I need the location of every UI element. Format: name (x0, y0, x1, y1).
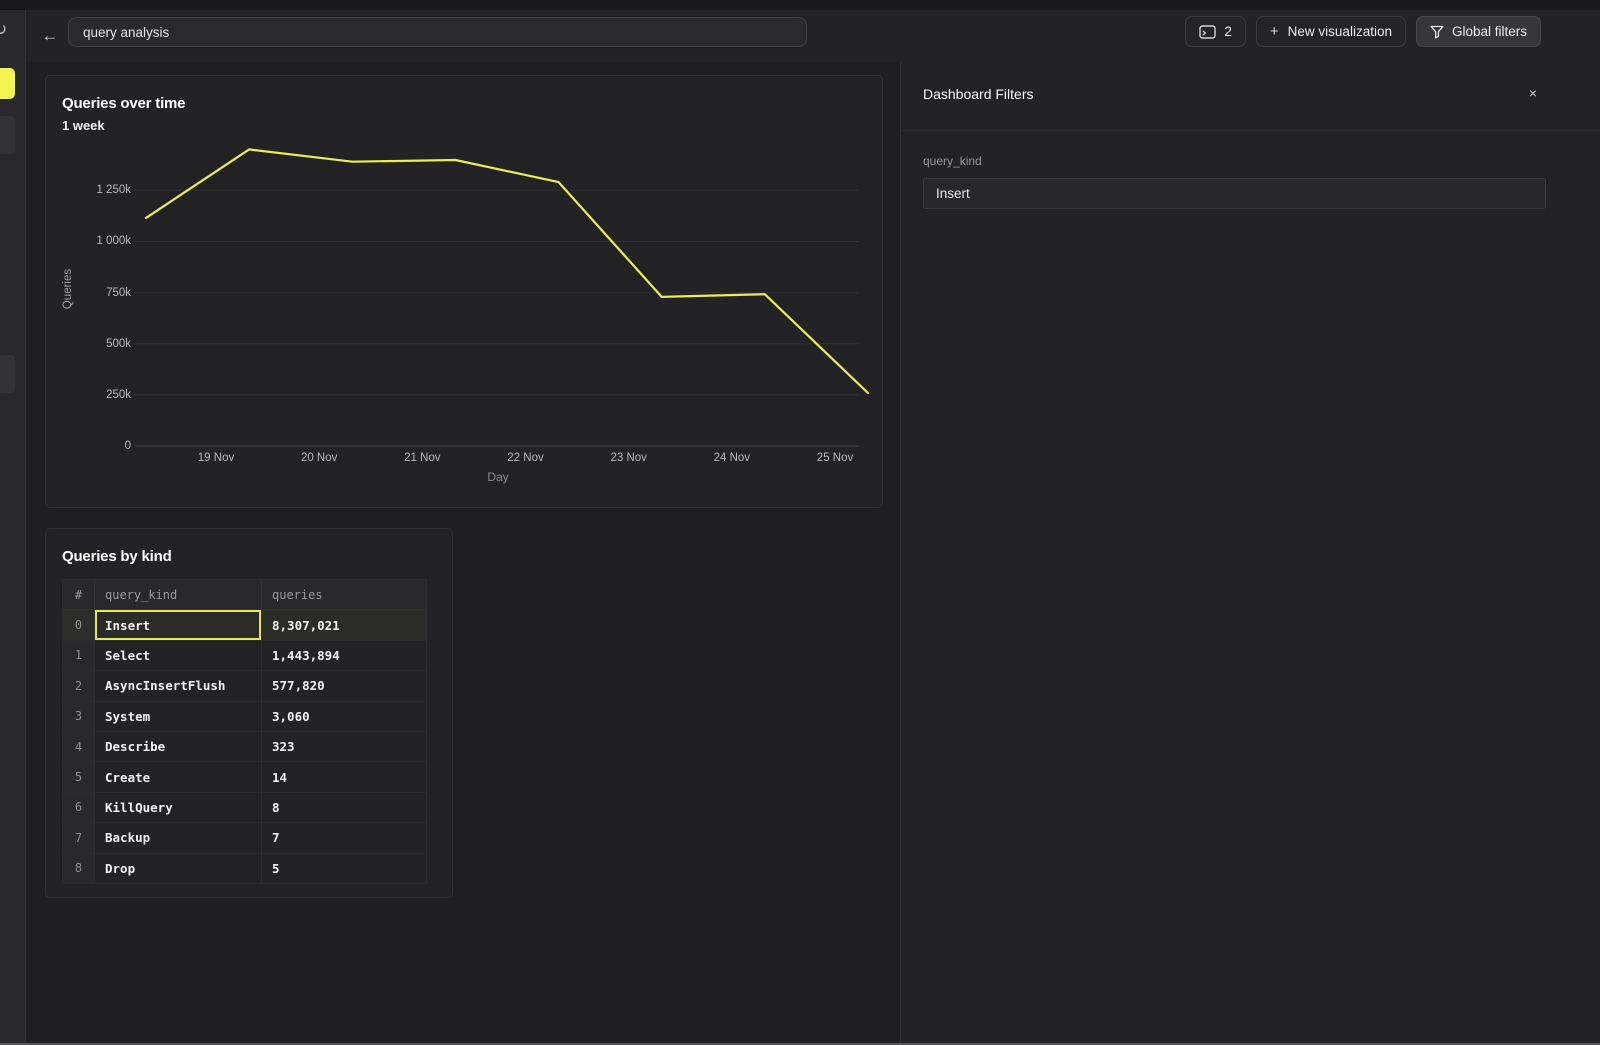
table-row: 2AsyncInsertFlush577,820 (63, 671, 427, 701)
queries-count-cell[interactable]: 8,307,021 (262, 610, 427, 640)
table-title: Queries by kind (62, 548, 172, 565)
queries-by-kind-table: # query_kind queries 0Insert8,307,0211Se… (62, 579, 427, 884)
query-kind-cell[interactable]: System (95, 701, 262, 731)
x-tick-label: 21 Nov (391, 450, 453, 466)
topbar: ← 2 + New visualization Global filters (26, 10, 1600, 62)
dashboard-title-input[interactable] (68, 17, 807, 47)
y-tick-label: 1 000k (46, 233, 131, 249)
row-index-cell: 0 (63, 610, 95, 640)
y-tick-label: 1 250k (46, 182, 131, 198)
y-tick-label: 250k (46, 387, 131, 403)
row-index-cell: 3 (63, 701, 95, 731)
column-header-queries[interactable]: queries (262, 580, 427, 610)
row-index-cell: 1 (63, 640, 95, 670)
sidebar-item[interactable] (0, 116, 15, 154)
topbar-actions: 2 + New visualization Global filters (1185, 16, 1541, 47)
queries-by-kind-card: Queries by kind # query_kind queries 0In… (45, 528, 453, 898)
queries-line-chart: Queries Day 1 250k1 000k750k500k250k019 … (46, 76, 884, 509)
window-top-strip (0, 0, 1600, 10)
query-tabs-button[interactable]: 2 (1185, 16, 1246, 47)
panel-divider (901, 130, 1600, 131)
new-visualization-label: New visualization (1288, 24, 1392, 39)
x-tick-label: 23 Nov (598, 450, 660, 466)
filter-value-input[interactable] (923, 178, 1546, 209)
x-tick-label: 24 Nov (701, 450, 763, 466)
queries-count-cell[interactable]: 8 (262, 792, 427, 822)
line-chart-svg (46, 76, 884, 509)
y-tick-label: 500k (46, 336, 131, 352)
column-header-index[interactable]: # (63, 580, 95, 610)
x-axis-label: Day (468, 470, 528, 484)
y-tick-label: 0 (46, 438, 131, 454)
queries-count-cell[interactable]: 7 (262, 823, 427, 853)
query-kind-cell[interactable]: KillQuery (95, 792, 262, 822)
table-row: 3System3,060 (63, 701, 427, 731)
table-header-row: # query_kind queries (63, 580, 427, 610)
query-kind-cell[interactable]: Insert (95, 610, 262, 640)
row-index-cell: 7 (63, 823, 95, 853)
dashboard-filters-panel: Dashboard Filters × query_kind (900, 62, 1600, 1045)
x-tick-label: 20 Nov (288, 450, 350, 466)
sidebar: ↻ (0, 10, 26, 1043)
query-kind-cell[interactable]: Drop (95, 853, 262, 883)
main-content: Queries over time 1 week Queries Day 1 2… (26, 62, 900, 1045)
query-kind-cell[interactable]: AsyncInsertFlush (95, 671, 262, 701)
table-row: 8Drop5 (63, 853, 427, 883)
x-tick-label: 19 Nov (185, 450, 247, 466)
table-row: 4Describe323 (63, 731, 427, 761)
funnel-icon (1430, 25, 1444, 39)
row-index-cell: 4 (63, 731, 95, 761)
new-visualization-button[interactable]: + New visualization (1256, 16, 1406, 47)
query-kind-cell[interactable]: Select (95, 640, 262, 670)
filter-field-label: query_kind (923, 154, 982, 168)
queries-count-cell[interactable]: 3,060 (262, 701, 427, 731)
sidebar-item-active[interactable] (0, 68, 15, 99)
row-index-cell: 6 (63, 792, 95, 822)
query-kind-cell[interactable]: Backup (95, 823, 262, 853)
column-header-query-kind[interactable]: query_kind (95, 580, 262, 610)
panel-title: Dashboard Filters (923, 86, 1034, 102)
dashboard-app: ↻ ← 2 + New visualization (0, 0, 1600, 1045)
close-icon[interactable]: × (1522, 82, 1544, 104)
console-window-icon (1199, 25, 1216, 39)
queries-count-cell[interactable]: 1,443,894 (262, 640, 427, 670)
table-row: 5Create14 (63, 762, 427, 792)
queries-over-time-card: Queries over time 1 week Queries Day 1 2… (45, 75, 883, 508)
queries-count-cell[interactable]: 323 (262, 731, 427, 761)
row-index-cell: 8 (63, 853, 95, 883)
x-tick-label: 25 Nov (804, 450, 866, 466)
table-row: 0Insert8,307,021 (63, 610, 427, 640)
x-tick-label: 22 Nov (495, 450, 557, 466)
query-kind-cell[interactable]: Create (95, 762, 262, 792)
plus-icon: + (1270, 23, 1279, 40)
table-row: 6KillQuery8 (63, 792, 427, 822)
row-index-cell: 2 (63, 671, 95, 701)
queries-series-line[interactable] (146, 149, 868, 393)
query-kind-cell[interactable]: Describe (95, 731, 262, 761)
query-tabs-count: 2 (1224, 24, 1232, 39)
global-filters-label: Global filters (1452, 24, 1527, 39)
y-tick-label: 750k (46, 285, 131, 301)
queries-count-cell[interactable]: 5 (262, 853, 427, 883)
queries-count-cell[interactable]: 577,820 (262, 671, 427, 701)
row-index-cell: 5 (63, 762, 95, 792)
table-row: 1Select1,443,894 (63, 640, 427, 670)
back-arrow-icon[interactable]: ← (36, 22, 64, 50)
table-row: 7Backup7 (63, 823, 427, 853)
sidebar-item[interactable] (0, 355, 15, 393)
history-icon[interactable]: ↻ (0, 20, 7, 40)
queries-count-cell[interactable]: 14 (262, 762, 427, 792)
global-filters-button[interactable]: Global filters (1416, 16, 1541, 47)
